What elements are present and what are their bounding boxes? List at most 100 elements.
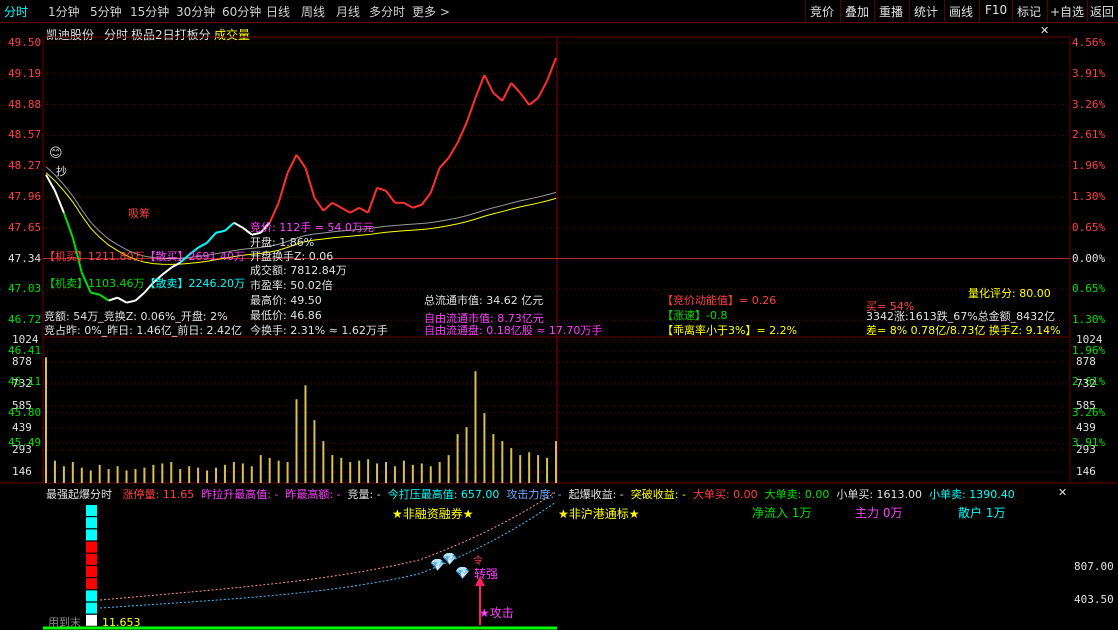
volume-bars — [45, 357, 557, 483]
lower-left-value: 11.653 — [102, 616, 141, 629]
price-tick-left: 49.50 — [8, 36, 42, 49]
price-segment — [429, 167, 441, 194]
indicator-line-pink — [99, 491, 557, 601]
lower-indicator-header: 最强起爆分时 涨停量: 11.65 昨拉升最高值: - 昨最高额: - 竞量: … — [46, 486, 1015, 502]
price-segment — [304, 167, 316, 199]
jimai2-row: 【机卖】1103.46万【散卖】2246.20万 — [44, 275, 245, 291]
price-tick-right: 2.61% — [1072, 128, 1106, 142]
price-segment — [90, 291, 100, 296]
volume-tick-left: 878 — [12, 355, 32, 368]
volume-tick-right: 146 — [1076, 465, 1096, 478]
price-tick-left: 49.19 — [8, 66, 42, 80]
price-tick-left: 47.65 — [8, 220, 42, 234]
ling-marker: 令 — [473, 556, 483, 567]
price-segment — [403, 201, 414, 209]
jingliang-text: 竞量: - — [347, 488, 381, 501]
pingfen-value: 80.00 — [1019, 287, 1051, 300]
price-segment — [286, 154, 298, 174]
price-segment — [519, 92, 530, 106]
jingzhan-text: 竞占昨: 0%_昨日: 1.46亿_前日: 2.42亿 — [44, 324, 243, 337]
xiaodanmai2-text: 小单卖: 1390.40 — [929, 488, 1015, 501]
volume-tick-left: 585 — [12, 399, 32, 412]
volume-tick-right: 293 — [1076, 443, 1096, 456]
jingjia-text: 竞价: 112手 = 54.0万元 — [250, 221, 374, 234]
price-segment — [126, 299, 136, 304]
pingfen-row: 量化评分: 80.00 — [968, 285, 1051, 301]
price-segment — [99, 293, 110, 302]
price-segment — [367, 187, 378, 214]
price-segment — [340, 206, 351, 214]
lower-axis-tick: 807.00 — [1074, 560, 1114, 573]
price-segment — [456, 122, 468, 144]
zongliutong-text: 总流通市值: 34.62 亿元 — [424, 294, 544, 307]
signal-block — [86, 602, 97, 614]
volume-tick-right: 585 — [1076, 399, 1096, 412]
price-segment — [277, 172, 289, 204]
qibao-text: 起爆收益: - — [568, 488, 624, 501]
price-tick-left: 48.57 — [8, 128, 42, 142]
signal-block — [86, 553, 97, 565]
price-tick-right: 0.65% — [1072, 220, 1106, 234]
lower-title: 最强起爆分时 — [46, 488, 112, 501]
price-segment — [54, 190, 65, 214]
jimai2-value: 1103.46万 — [88, 277, 145, 290]
price-segment — [465, 97, 477, 124]
dongneng-label: 【竞价动能值】 — [662, 294, 739, 307]
price-segment — [358, 206, 369, 214]
price-segment — [295, 154, 307, 169]
sanmai2-value: 2246.20万 — [188, 277, 246, 290]
price-segment — [510, 82, 521, 94]
shiying-text: 市盈率: 50.02倍 — [250, 279, 333, 292]
pingfen-label: 量化评分: — [968, 287, 1016, 300]
price-tick-left: 48.27 — [8, 159, 42, 173]
price-segment — [528, 97, 539, 106]
price-segment — [62, 212, 74, 239]
signal-block — [86, 614, 97, 626]
jinda-text: 今打压最高值: 657.00 — [387, 488, 500, 501]
price-tick-right: 0.65% — [1072, 282, 1106, 296]
price-segment — [412, 203, 423, 209]
zhangting-text: 涨停量: 11.65 — [122, 488, 195, 501]
gongjili-text: 攻击力度: - — [506, 488, 562, 501]
price-segment — [197, 241, 208, 249]
chaotou-marker: 抄 — [56, 165, 67, 178]
zhuanqiang-marker: 转强 — [474, 567, 499, 581]
price-segment — [233, 221, 244, 229]
dongneng-row: 【竞价动能值】= 0.26 — [662, 292, 776, 308]
jimai2-label: 【机卖】 — [44, 277, 88, 290]
signal-block — [86, 541, 97, 553]
zuigaoe-text: 昨最高额: - — [285, 488, 341, 501]
zuigao-text: 最高价: 49.50 — [250, 294, 322, 307]
dadanmai-text: 大单买: 0.00 — [692, 488, 758, 501]
price-segment — [117, 296, 128, 304]
price-tick-left: 47.03 — [8, 282, 42, 296]
volume-tick-right: 878 — [1076, 355, 1096, 368]
signal-block — [86, 566, 97, 577]
volume-tick-left: 439 — [12, 421, 32, 434]
signal-block — [86, 505, 97, 516]
volume-tick-left: 293 — [12, 443, 32, 456]
rongzi-text: ★非融资融券★ — [392, 507, 474, 521]
close-icon[interactable]: ✕ — [1058, 486, 1067, 499]
hugang-text: ★非沪港通标★ — [558, 507, 640, 521]
price-segment — [501, 82, 513, 102]
price-tick-left: 47.34 — [8, 251, 42, 265]
price-tick-right: 1.30% — [1072, 190, 1106, 203]
price-tick-right: 4.56% — [1072, 36, 1106, 49]
volume-tick-right: 732 — [1076, 377, 1096, 390]
price-segment — [420, 192, 432, 206]
chengjiao-text: 成交额: 7812.84万 — [250, 264, 347, 277]
volume-tick-right: 439 — [1076, 421, 1096, 434]
signal-block — [86, 517, 97, 529]
sanmai-value: 2691.40万 — [188, 250, 246, 263]
ziyoupan-row: 自由流通盘: 0.18亿股 ≈ 17.70万手 — [424, 322, 602, 338]
jimai-row: 【机买】1211.80万【散买】2691.40万 — [44, 248, 245, 264]
price-segment — [349, 206, 360, 214]
ziyoupan-label: 自由流通盘: — [424, 324, 483, 337]
price-segment — [161, 266, 172, 276]
diamond-icon: 💎 — [442, 552, 457, 566]
indicator-line-cyan — [99, 501, 557, 609]
lower-left-text: 用到末 — [48, 616, 81, 629]
chaline-text: 差= 8% 0.78亿/8.73亿 换手Z: 9.14% — [866, 324, 1061, 337]
jimai-label: 【机买】 — [44, 250, 88, 263]
